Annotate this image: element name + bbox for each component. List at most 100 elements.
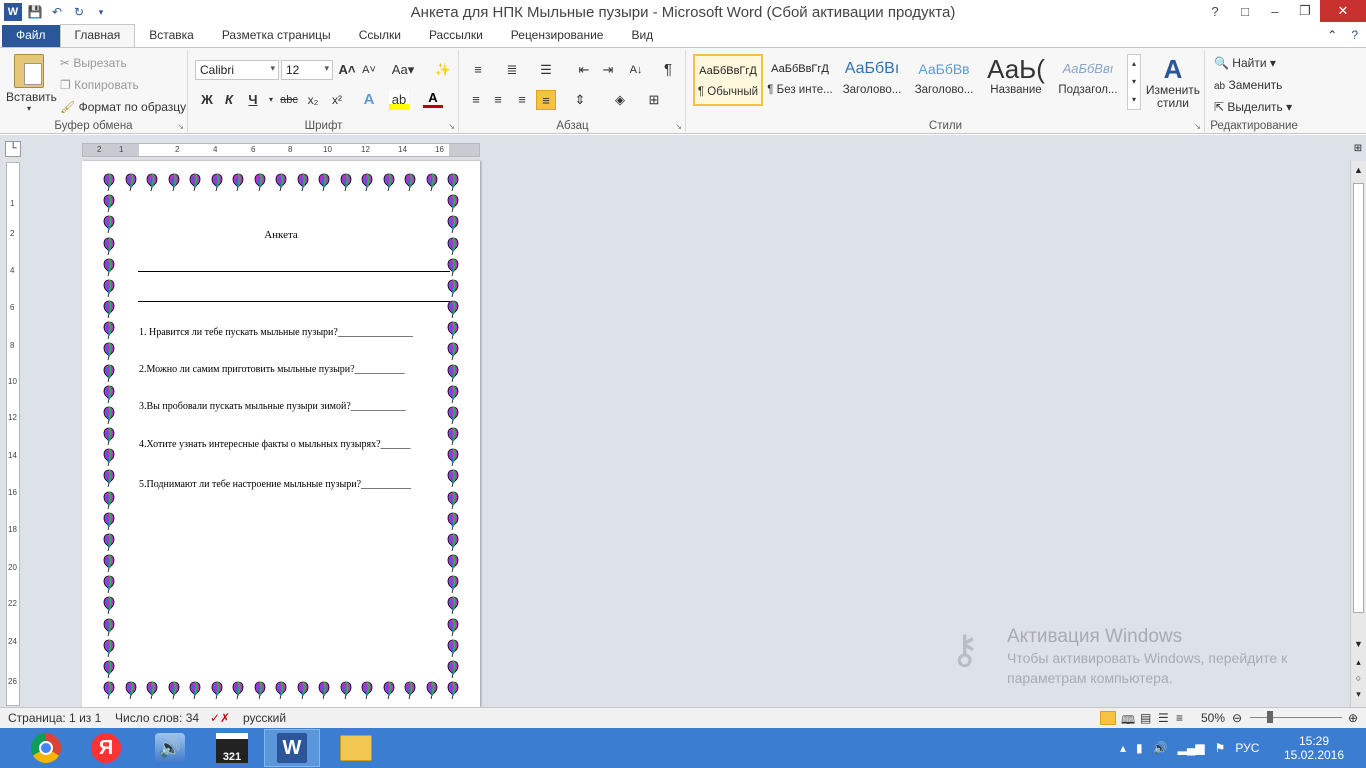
style-normal[interactable]: АаБбВвГгД ¶ Обычный: [693, 54, 763, 106]
collapse-ribbon-icon[interactable]: ⌃: [1321, 25, 1343, 47]
chrome-icon[interactable]: [18, 729, 74, 767]
replace-button[interactable]: ab Заменить: [1214, 78, 1282, 92]
shading-icon[interactable]: ◈: [610, 90, 630, 110]
superscript-button[interactable]: x²: [327, 90, 347, 110]
font-size-combo[interactable]: 12 ▾: [281, 60, 333, 80]
text-effects-icon[interactable]: A: [359, 90, 379, 110]
bold-button[interactable]: Ж: [197, 90, 217, 110]
borders-icon[interactable]: ⊞: [644, 90, 664, 110]
cut-button[interactable]: ✂ Вырезать: [60, 56, 127, 70]
help-icon[interactable]: ?: [1200, 0, 1230, 22]
line-spacing-icon[interactable]: ⇕: [570, 90, 590, 110]
shrink-font-icon[interactable]: A˅: [359, 60, 379, 80]
ribbon-display-icon[interactable]: □: [1230, 0, 1260, 22]
zoom-out-icon[interactable]: ⊖: [1232, 711, 1242, 725]
audio-player-icon[interactable]: 🔊: [142, 729, 198, 767]
zoom-slider-track[interactable]: [1250, 717, 1342, 718]
style-subtitle[interactable]: АаБбВвı Подзагол...: [1053, 54, 1123, 106]
clipboard-launcher-icon[interactable]: ↘: [177, 122, 184, 131]
word-taskbar-icon[interactable]: W: [264, 729, 320, 767]
multilevel-list-icon[interactable]: ☰: [536, 60, 556, 80]
select-button[interactable]: ⇱ Выделить ▾: [1214, 100, 1292, 114]
media-player-classic-icon[interactable]: 321: [204, 729, 260, 767]
restore-button[interactable]: ❐: [1290, 0, 1320, 22]
clock[interactable]: 15:29 15.02.2016: [1284, 728, 1344, 768]
align-center-icon[interactable]: ≡: [488, 90, 508, 110]
next-page-icon[interactable]: ▾: [1351, 689, 1366, 703]
subscript-button[interactable]: x₂: [303, 90, 323, 110]
style-title[interactable]: АаЬ( Название: [981, 54, 1051, 106]
word-count[interactable]: Число слов: 34: [115, 711, 199, 725]
bullets-icon[interactable]: ≡: [468, 60, 488, 80]
document-page[interactable]: Анкета 1. Нравится ли тебе пускать мыльн…: [82, 161, 480, 707]
action-center-icon[interactable]: ⚑: [1215, 741, 1226, 755]
zoom-in-icon[interactable]: ⊕: [1348, 711, 1358, 725]
vertical-ruler[interactable]: 1 2 4 6 8 10 12 14 16 18 20 22 24 26: [6, 162, 20, 706]
paragraph-launcher-icon[interactable]: ↘: [675, 122, 682, 131]
paste-button[interactable]: Вставить ▾: [6, 54, 57, 113]
decrease-indent-icon[interactable]: ⇤: [574, 60, 594, 80]
tab-view[interactable]: Вид: [617, 25, 667, 47]
keyboard-language[interactable]: РУС: [1235, 741, 1259, 755]
minimize-button[interactable]: –: [1260, 0, 1290, 22]
grow-font-icon[interactable]: A˄: [337, 60, 357, 80]
justify-icon[interactable]: ≡: [536, 90, 556, 110]
vertical-scrollbar[interactable]: ▲ ▼ ▴ ○ ▾: [1350, 161, 1366, 707]
scroll-up-icon[interactable]: ▲: [1351, 161, 1366, 179]
file-explorer-icon[interactable]: [328, 729, 384, 767]
italic-button[interactable]: К: [219, 90, 239, 110]
tab-review[interactable]: Рецензирование: [497, 25, 618, 47]
close-button[interactable]: ✕: [1320, 0, 1366, 22]
styles-launcher-icon[interactable]: ↘: [1194, 122, 1201, 131]
underline-button[interactable]: Ч: [243, 90, 263, 110]
scroll-thumb[interactable]: [1353, 183, 1364, 613]
style-no-spacing[interactable]: АаБбВвГгД ¶ Без инте...: [765, 54, 835, 106]
find-button[interactable]: 🔍 Найти ▾: [1214, 56, 1276, 70]
font-color-icon[interactable]: A: [423, 90, 443, 108]
change-styles-button[interactable]: A Изменить стили: [1143, 54, 1203, 110]
numbering-icon[interactable]: ≣: [502, 60, 522, 80]
styles-scroll[interactable]: ▴ ▾ ▾: [1127, 54, 1141, 110]
prev-page-icon[interactable]: ▴: [1351, 657, 1366, 671]
print-layout-icon[interactable]: [1100, 711, 1116, 725]
change-case-icon[interactable]: Aa▾: [389, 60, 417, 80]
browse-object-icon[interactable]: ○: [1351, 673, 1366, 687]
tab-mailings[interactable]: Рассылки: [415, 25, 497, 47]
sort-icon[interactable]: A↓: [626, 60, 646, 80]
tab-references[interactable]: Ссылки: [345, 25, 415, 47]
tab-insert[interactable]: Вставка: [135, 25, 208, 47]
zoom-slider-thumb[interactable]: [1267, 711, 1273, 723]
ruler-toggle-icon[interactable]: ⊞: [1350, 143, 1366, 159]
underline-dropdown-icon[interactable]: ▾: [261, 90, 281, 110]
language-indicator[interactable]: русский: [243, 711, 286, 725]
highlight-icon[interactable]: ab: [389, 90, 409, 110]
copy-button[interactable]: ❐ Копировать: [60, 78, 139, 92]
style-heading-2[interactable]: АаБбВв Заголово...: [909, 54, 979, 106]
help-question-icon[interactable]: ?: [1343, 25, 1366, 47]
web-layout-icon[interactable]: ▤: [1140, 711, 1151, 725]
draft-icon[interactable]: ≡: [1176, 711, 1183, 725]
font-name-combo[interactable]: Calibri ▾: [195, 60, 279, 80]
align-right-icon[interactable]: ≡: [512, 90, 532, 110]
strikethrough-button[interactable]: abc: [279, 90, 299, 110]
align-left-icon[interactable]: ≡: [466, 90, 486, 110]
outline-icon[interactable]: ☰: [1158, 711, 1169, 725]
show-formatting-icon[interactable]: ¶: [658, 60, 678, 80]
tab-file[interactable]: Файл: [2, 25, 60, 47]
scroll-down-icon[interactable]: ▼: [1351, 639, 1366, 653]
clear-formatting-icon[interactable]: ✨: [433, 60, 453, 80]
tab-selector-icon[interactable]: └: [5, 141, 21, 157]
format-painter-button[interactable]: 🖌 Формат по образцу: [60, 100, 186, 114]
font-launcher-icon[interactable]: ↘: [448, 122, 455, 131]
yandex-browser-icon[interactable]: Я: [78, 729, 134, 767]
style-heading-1[interactable]: АаБбВı Заголово...: [837, 54, 907, 106]
tab-page-layout[interactable]: Разметка страницы: [208, 25, 345, 47]
show-hidden-icons-icon[interactable]: ▴: [1120, 741, 1126, 755]
volume-icon[interactable]: 🔊: [1153, 741, 1168, 755]
horizontal-ruler[interactable]: 2 1 2 4 6 8 10 12 14 16: [82, 143, 480, 157]
network-icon[interactable]: ▂▄▆: [1178, 741, 1205, 755]
page-count[interactable]: Страница: 1 из 1: [8, 711, 101, 725]
increase-indent-icon[interactable]: ⇥: [598, 60, 618, 80]
battery-icon[interactable]: ▮: [1136, 741, 1143, 755]
zoom-level[interactable]: 50%: [1201, 711, 1225, 725]
